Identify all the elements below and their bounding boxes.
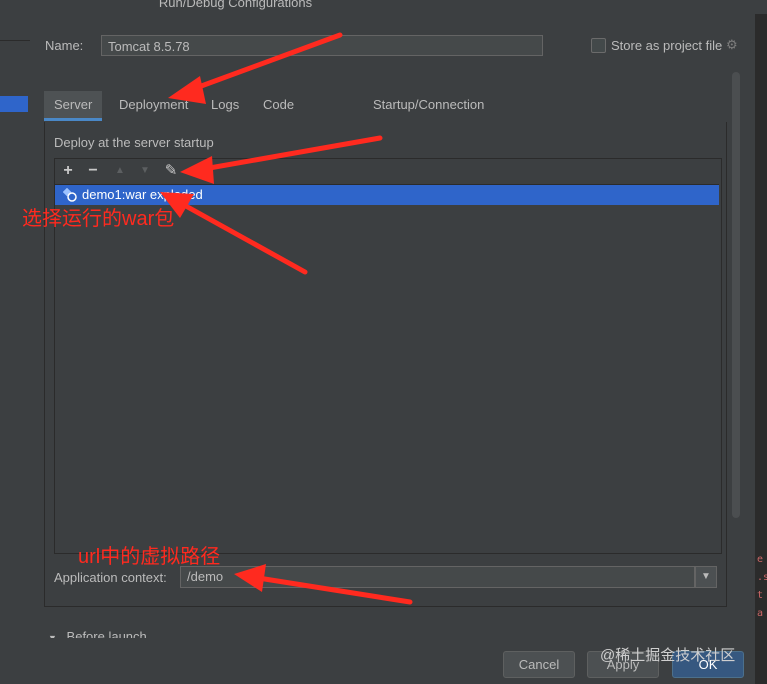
arrow-to-artifact <box>172 197 308 275</box>
annotation-war-note: 选择运行的war包 <box>22 208 175 230</box>
arrowhead <box>234 564 266 592</box>
arrowhead <box>180 156 214 184</box>
arrow-to-context <box>249 574 413 605</box>
annotation-url-note: url中的虚拟路径 <box>78 546 221 568</box>
arrow-to-edit-icon <box>195 135 383 173</box>
annotation-arrows <box>160 32 413 605</box>
arrow-to-deployment-tab <box>182 32 343 95</box>
arrowhead <box>168 76 206 104</box>
